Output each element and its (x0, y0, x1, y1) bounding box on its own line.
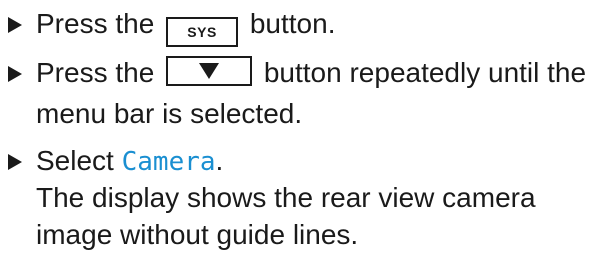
step-2-text-before: Press the (36, 57, 155, 88)
instruction-step-2: Press the button repeatedly until the (8, 53, 614, 93)
step-3-text-before: Select (36, 145, 114, 176)
step-2-text-after: button repeatedly until the (263, 57, 587, 88)
bullet-triangle-icon (8, 17, 22, 33)
step-1-text-before: Press the (36, 8, 155, 39)
instruction-step-3: Select Camera. (8, 141, 614, 182)
sys-key-symbol: SYS (166, 17, 239, 47)
bullet-triangle-icon (8, 154, 22, 170)
down-triangle-icon (199, 63, 220, 79)
step-1-text-after: button. (249, 8, 336, 39)
step-3-result-line-2: image without guide lines. (36, 219, 359, 250)
instruction-step-1: Press the SYS button. (8, 4, 614, 47)
down-arrow-key-symbol (166, 56, 253, 86)
step-3-result-line-1: The display shows the rear view camera (36, 182, 536, 213)
step-3-text-after: . (215, 145, 224, 176)
menu-term-camera: Camera (121, 147, 216, 177)
bullet-triangle-icon (8, 66, 22, 82)
step-2-continuation: menu bar is selected. (36, 98, 303, 129)
